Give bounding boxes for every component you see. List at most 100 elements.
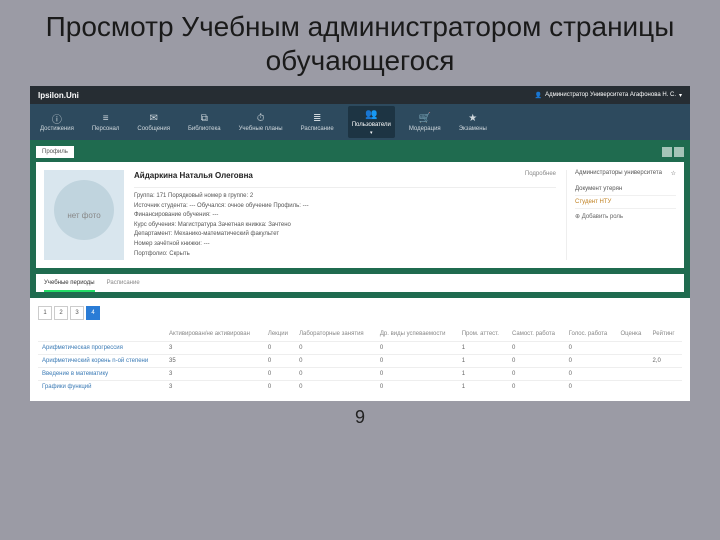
chevron-down-icon: ▾ [679, 92, 682, 99]
table-header: Оценка [617, 328, 649, 341]
table-cell: 0 [565, 380, 617, 393]
profile-detail-line: Номер зачётной книжки: --- [134, 240, 556, 250]
student-name: Айдаркина Наталья Олеговна [134, 170, 253, 183]
table-cell: 0 [264, 354, 295, 367]
subject-link[interactable]: Введение в математику [38, 367, 165, 380]
profile-card: нет фото Айдаркина Наталья Олеговна Подр… [36, 162, 684, 268]
table-header: Др. виды успеваемости [376, 328, 458, 341]
table-cell [649, 367, 682, 380]
add-role-button[interactable]: ⊕ Добавить роль [575, 209, 676, 220]
user-icon [535, 92, 542, 99]
subject-link[interactable]: Графики функций [38, 380, 165, 393]
slide-page-number: 9 [0, 407, 720, 428]
current-user[interactable]: Администратор Университета Агафонова Н. … [535, 92, 682, 99]
breadcrumb[interactable]: Профиль [36, 146, 74, 158]
nav-icon: ≡ [100, 112, 112, 124]
progress-table: Активирован/не активированЛекцииЛаборато… [38, 328, 682, 393]
nav-icon: ★ [467, 112, 479, 124]
nav-item-3[interactable]: ⧉ Библиотека [184, 110, 225, 134]
table-cell: 0 [264, 367, 295, 380]
table-cell: 1 [458, 380, 508, 393]
nav-item-7[interactable]: 🛒Модерация [405, 110, 445, 134]
table-cell: 0 [376, 367, 458, 380]
nav-item-4[interactable]: ⏱ Учебные планы [235, 110, 287, 134]
tab-0[interactable]: Учебные периоды [44, 280, 95, 292]
table-cell: 0 [264, 341, 295, 354]
role-item[interactable]: Студент НТУ [575, 196, 676, 209]
nav-label: Расписание [301, 126, 334, 132]
table-cell: 0 [508, 354, 565, 367]
table-cell: 0 [376, 354, 458, 367]
table-cell: 0 [565, 354, 617, 367]
nav-label: Пользователи [352, 122, 391, 128]
table-cell: 3 [165, 380, 264, 393]
nav-icon: 🛒 [419, 112, 431, 124]
table-cell: 1 [458, 367, 508, 380]
subject-link[interactable]: Арифметическая прогрессия [38, 341, 165, 354]
app-window: Ipsilon.Uni Администратор Университета А… [30, 86, 690, 401]
table-cell: 0 [295, 380, 376, 393]
brand: Ipsilon.Uni [38, 91, 79, 100]
subject-link[interactable]: Арифметический корень n-ой степени [38, 354, 165, 367]
table-cell [617, 380, 649, 393]
table-cell [617, 367, 649, 380]
table-cell [649, 380, 682, 393]
nav-label: Библиотека [188, 126, 221, 132]
table-cell [649, 341, 682, 354]
view-switcher[interactable] [662, 147, 684, 157]
table-cell: 1 [458, 341, 508, 354]
nav-item-0[interactable]: ⓘДостижения [36, 110, 78, 134]
profile-detail-line: Группа: 171 Порядковый номер в группе: 2 [134, 192, 556, 202]
profile-detail-line: Департамент: Механико-математический фак… [134, 230, 556, 240]
table-header: Лабораторные занятия [295, 328, 376, 341]
table-cell: 35 [165, 354, 264, 367]
nav-label: Сообщения [137, 126, 170, 132]
pager-page[interactable]: 1 [38, 306, 52, 320]
pager-page[interactable]: 3 [70, 306, 84, 320]
table-cell: 0 [508, 380, 565, 393]
table-row: Арифметическая прогрессия3000100 [38, 341, 682, 354]
table-row: Арифметический корень n-ой степени350001… [38, 354, 682, 367]
table-cell [617, 354, 649, 367]
table-cell: 0 [565, 367, 617, 380]
nav-icon: ≣ [311, 112, 323, 124]
table-cell: 0 [264, 380, 295, 393]
grid-view-icon[interactable] [662, 147, 672, 157]
table-cell [617, 341, 649, 354]
nav-item-5[interactable]: ≣ Расписание [297, 110, 338, 134]
table-header: Голос. работа [565, 328, 617, 341]
nav-item-6[interactable]: 👥Пользователи▾ [348, 106, 395, 138]
table-cell: 3 [165, 367, 264, 380]
pager-page[interactable]: 2 [54, 306, 68, 320]
star-icon[interactable]: ☆ [671, 170, 676, 177]
nav-label: Экзамены [459, 126, 487, 132]
nav-icon: ⓘ [51, 112, 63, 124]
pager: 1234 [38, 306, 682, 320]
user-role-text: Администратор Университета Агафонова Н. … [545, 92, 676, 98]
profile-detail-line: Источник студента: --- Обучался: очное о… [134, 202, 556, 212]
table-cell: 0 [508, 341, 565, 354]
role-item[interactable]: Документ утерян [575, 183, 676, 196]
lower-panel: 1234 Активирован/не активированЛекцииЛаб… [30, 298, 690, 401]
table-cell: 0 [508, 367, 565, 380]
navbar: ⓘДостижения ≡Персонал ✉Сообщения ⧉ Библиотек… [30, 104, 690, 140]
details-more-link[interactable]: Подробнее [525, 170, 556, 183]
nav-item-2[interactable]: ✉Сообщения [133, 110, 174, 134]
tabs: Учебные периоды Расписание [36, 274, 684, 292]
table-cell: 0 [376, 380, 458, 393]
nav-item-1[interactable]: ≡Персонал [88, 110, 124, 134]
nav-icon: ⏱ [255, 112, 267, 124]
table-cell: 0 [295, 367, 376, 380]
slide-title: Просмотр Учебным администратором страниц… [0, 0, 720, 82]
table-cell: 3 [165, 341, 264, 354]
nav-icon: ⧉ [198, 112, 210, 124]
pager-page[interactable]: 4 [86, 306, 100, 320]
tab-1[interactable]: Расписание [107, 280, 140, 292]
list-view-icon[interactable] [674, 147, 684, 157]
table-cell: 0 [295, 341, 376, 354]
table-header: Рейтинг [649, 328, 682, 341]
nav-item-8[interactable]: ★ Экзамены [455, 110, 491, 134]
nav-label: Учебные планы [239, 126, 283, 132]
profile-detail-line: Финансирование обучения: --- [134, 211, 556, 221]
profile-photo: нет фото [44, 170, 124, 260]
